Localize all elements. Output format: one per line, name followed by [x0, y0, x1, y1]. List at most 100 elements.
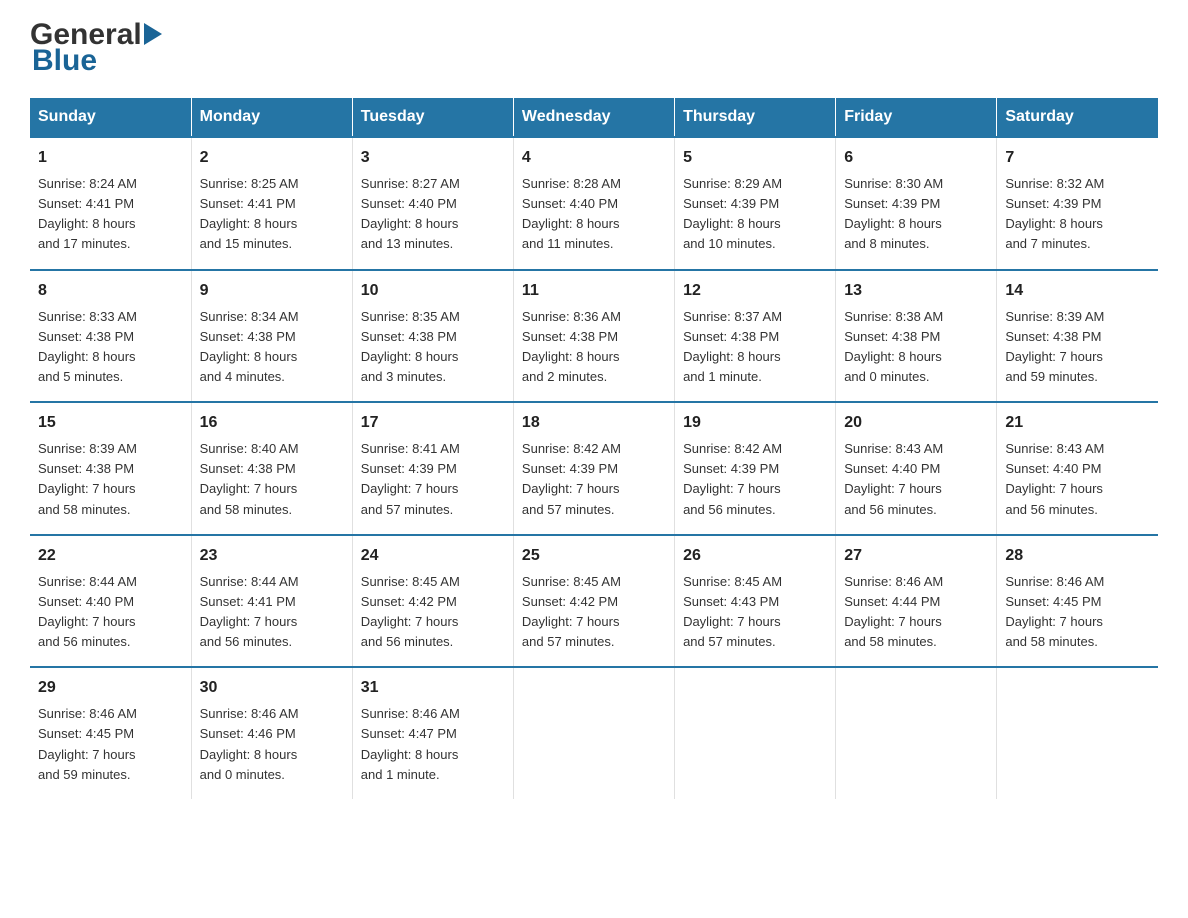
col-header-saturday: Saturday	[997, 98, 1158, 137]
calendar-week-row: 8 Sunrise: 8:33 AMSunset: 4:38 PMDaylight…	[30, 270, 1158, 403]
day-info: Sunrise: 8:44 AMSunset: 4:41 PMDaylight:…	[200, 574, 299, 649]
day-number: 1	[38, 146, 183, 170]
calendar-cell: 22 Sunrise: 8:44 AMSunset: 4:40 PMDayligh…	[30, 535, 191, 668]
calendar-cell: 30 Sunrise: 8:46 AMSunset: 4:46 PMDayligh…	[191, 667, 352, 799]
col-header-thursday: Thursday	[675, 98, 836, 137]
calendar-week-row: 1 Sunrise: 8:24 AMSunset: 4:41 PMDaylight…	[30, 137, 1158, 270]
day-number: 13	[844, 279, 988, 303]
day-info: Sunrise: 8:39 AMSunset: 4:38 PMDaylight:…	[38, 441, 137, 516]
day-number: 24	[361, 544, 505, 568]
calendar-cell: 24Sunrise: 8:45 AMSunset: 4:42 PMDayligh…	[352, 535, 513, 668]
day-info: Sunrise: 8:46 AMSunset: 4:45 PMDaylight:…	[1005, 574, 1104, 649]
day-info: Sunrise: 8:43 AMSunset: 4:40 PMDaylight:…	[1005, 441, 1104, 516]
calendar-cell: 23 Sunrise: 8:44 AMSunset: 4:41 PMDayligh…	[191, 535, 352, 668]
day-info: Sunrise: 8:45 AMSunset: 4:43 PMDaylight:…	[683, 574, 782, 649]
day-number: 31	[361, 676, 505, 700]
day-info: Sunrise: 8:38 AMSunset: 4:38 PMDaylight:…	[844, 309, 943, 384]
day-info: Sunrise: 8:30 AMSunset: 4:39 PMDaylight:…	[844, 176, 943, 251]
calendar-cell: 27Sunrise: 8:46 AMSunset: 4:44 PMDayligh…	[836, 535, 997, 668]
calendar-week-row: 29Sunrise: 8:46 AMSunset: 4:45 PMDayligh…	[30, 667, 1158, 799]
calendar-cell: 14Sunrise: 8:39 AMSunset: 4:38 PMDayligh…	[997, 270, 1158, 403]
page-header: General Blue	[30, 20, 1158, 78]
day-number: 26	[683, 544, 827, 568]
calendar-cell: 28 Sunrise: 8:46 AMSunset: 4:45 PMDayligh…	[997, 535, 1158, 668]
calendar-week-row: 15 Sunrise: 8:39 AMSunset: 4:38 PMDayligh…	[30, 402, 1158, 535]
calendar-cell: 4 Sunrise: 8:28 AMSunset: 4:40 PMDaylight…	[513, 137, 674, 270]
calendar-cell: 20Sunrise: 8:43 AMSunset: 4:40 PMDayligh…	[836, 402, 997, 535]
day-info: Sunrise: 8:41 AMSunset: 4:39 PMDaylight:…	[361, 441, 460, 516]
day-info: Sunrise: 8:37 AMSunset: 4:38 PMDaylight:…	[683, 309, 782, 384]
logo-blue-text: Blue	[32, 44, 97, 78]
day-number: 4	[522, 146, 666, 170]
day-number: 12	[683, 279, 827, 303]
day-number: 19	[683, 411, 827, 435]
day-number: 23	[200, 544, 344, 568]
col-header-monday: Monday	[191, 98, 352, 137]
day-info: Sunrise: 8:35 AMSunset: 4:38 PMDaylight:…	[361, 309, 460, 384]
day-number: 11	[522, 279, 666, 303]
day-info: Sunrise: 8:46 AMSunset: 4:47 PMDaylight:…	[361, 706, 460, 781]
day-number: 16	[200, 411, 344, 435]
day-number: 10	[361, 279, 505, 303]
calendar-cell: 19 Sunrise: 8:42 AMSunset: 4:39 PMDayligh…	[675, 402, 836, 535]
calendar-cell: 11 Sunrise: 8:36 AMSunset: 4:38 PMDayligh…	[513, 270, 674, 403]
day-number: 8	[38, 279, 183, 303]
day-info: Sunrise: 8:46 AMSunset: 4:46 PMDaylight:…	[200, 706, 299, 781]
logo: General Blue	[30, 20, 162, 78]
calendar-cell: 10 Sunrise: 8:35 AMSunset: 4:38 PMDayligh…	[352, 270, 513, 403]
calendar-cell: 9 Sunrise: 8:34 AMSunset: 4:38 PMDaylight…	[191, 270, 352, 403]
day-info: Sunrise: 8:28 AMSunset: 4:40 PMDaylight:…	[522, 176, 621, 251]
day-number: 6	[844, 146, 988, 170]
calendar-cell: 21 Sunrise: 8:43 AMSunset: 4:40 PMDayligh…	[997, 402, 1158, 535]
day-info: Sunrise: 8:24 AMSunset: 4:41 PMDaylight:…	[38, 176, 137, 251]
day-info: Sunrise: 8:36 AMSunset: 4:38 PMDaylight:…	[522, 309, 621, 384]
calendar-cell: 1 Sunrise: 8:24 AMSunset: 4:41 PMDaylight…	[30, 137, 191, 270]
calendar-cell: 13 Sunrise: 8:38 AMSunset: 4:38 PMDayligh…	[836, 270, 997, 403]
day-number: 9	[200, 279, 344, 303]
day-info: Sunrise: 8:40 AMSunset: 4:38 PMDaylight:…	[200, 441, 299, 516]
calendar-cell: 16 Sunrise: 8:40 AMSunset: 4:38 PMDayligh…	[191, 402, 352, 535]
logo-arrow-icon	[144, 23, 162, 45]
col-header-sunday: Sunday	[30, 98, 191, 137]
calendar-cell: 6 Sunrise: 8:30 AMSunset: 4:39 PMDaylight…	[836, 137, 997, 270]
calendar-cell: 26 Sunrise: 8:45 AMSunset: 4:43 PMDayligh…	[675, 535, 836, 668]
day-info: Sunrise: 8:29 AMSunset: 4:39 PMDaylight:…	[683, 176, 782, 251]
day-number: 22	[38, 544, 183, 568]
calendar-cell	[836, 667, 997, 799]
day-number: 27	[844, 544, 988, 568]
day-number: 28	[1005, 544, 1150, 568]
day-info: Sunrise: 8:34 AMSunset: 4:38 PMDaylight:…	[200, 309, 299, 384]
calendar-cell: 8 Sunrise: 8:33 AMSunset: 4:38 PMDaylight…	[30, 270, 191, 403]
day-info: Sunrise: 8:25 AMSunset: 4:41 PMDaylight:…	[200, 176, 299, 251]
day-info: Sunrise: 8:33 AMSunset: 4:38 PMDaylight:…	[38, 309, 137, 384]
day-number: 15	[38, 411, 183, 435]
day-info: Sunrise: 8:27 AMSunset: 4:40 PMDaylight:…	[361, 176, 460, 251]
calendar-cell: 31 Sunrise: 8:46 AMSunset: 4:47 PMDayligh…	[352, 667, 513, 799]
day-number: 18	[522, 411, 666, 435]
calendar-cell	[675, 667, 836, 799]
calendar-cell: 17 Sunrise: 8:41 AMSunset: 4:39 PMDayligh…	[352, 402, 513, 535]
day-info: Sunrise: 8:46 AMSunset: 4:45 PMDaylight:…	[38, 706, 137, 781]
calendar-cell: 18 Sunrise: 8:42 AMSunset: 4:39 PMDayligh…	[513, 402, 674, 535]
col-header-wednesday: Wednesday	[513, 98, 674, 137]
day-info: Sunrise: 8:44 AMSunset: 4:40 PMDaylight:…	[38, 574, 137, 649]
calendar-header-row: SundayMondayTuesdayWednesdayThursdayFrid…	[30, 98, 1158, 137]
calendar-cell: 29Sunrise: 8:46 AMSunset: 4:45 PMDayligh…	[30, 667, 191, 799]
calendar-cell: 25Sunrise: 8:45 AMSunset: 4:42 PMDayligh…	[513, 535, 674, 668]
day-info: Sunrise: 8:45 AMSunset: 4:42 PMDaylight:…	[522, 574, 621, 649]
day-number: 21	[1005, 411, 1150, 435]
calendar-table: SundayMondayTuesdayWednesdayThursdayFrid…	[30, 98, 1158, 799]
day-info: Sunrise: 8:39 AMSunset: 4:38 PMDaylight:…	[1005, 309, 1104, 384]
col-header-friday: Friday	[836, 98, 997, 137]
col-header-tuesday: Tuesday	[352, 98, 513, 137]
day-number: 2	[200, 146, 344, 170]
day-number: 30	[200, 676, 344, 700]
day-info: Sunrise: 8:32 AMSunset: 4:39 PMDaylight:…	[1005, 176, 1104, 251]
day-number: 3	[361, 146, 505, 170]
day-number: 17	[361, 411, 505, 435]
day-number: 5	[683, 146, 827, 170]
day-number: 20	[844, 411, 988, 435]
calendar-cell	[997, 667, 1158, 799]
day-info: Sunrise: 8:42 AMSunset: 4:39 PMDaylight:…	[522, 441, 621, 516]
day-info: Sunrise: 8:42 AMSunset: 4:39 PMDaylight:…	[683, 441, 782, 516]
